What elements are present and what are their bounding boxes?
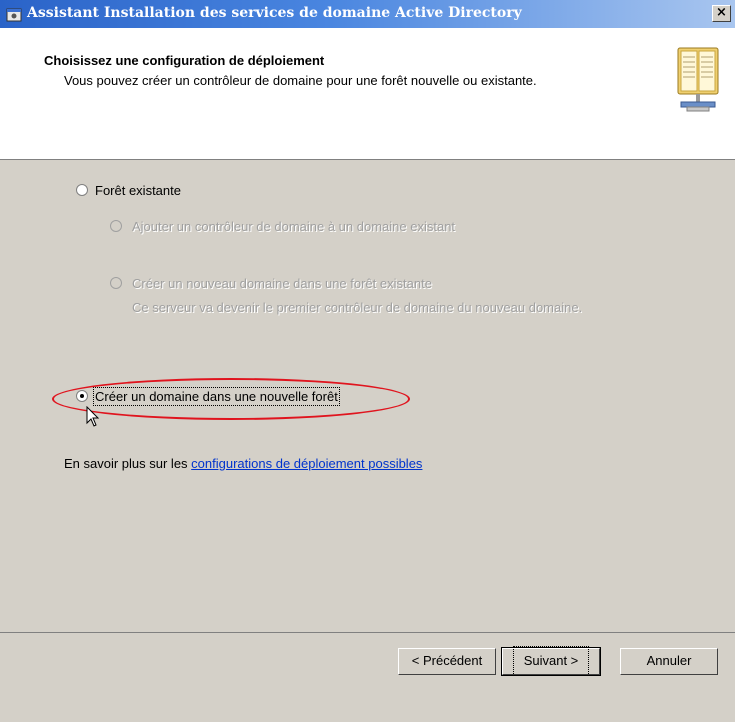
deployment-config-link[interactable]: configurations de déploiement possibles xyxy=(191,456,422,471)
radio-new-domain-existing-forest[interactable]: Créer un nouveau domaine dans une forêt … xyxy=(110,276,670,316)
cancel-button-label: Annuler xyxy=(646,653,692,668)
next-button[interactable]: Suivant > xyxy=(501,646,601,676)
radio-button[interactable] xyxy=(110,277,122,289)
learn-more-prefix: En savoir plus sur les xyxy=(64,456,192,471)
radio-add-domain-controller[interactable]: Ajouter un contrôleur de domaine à un do… xyxy=(110,219,530,235)
page-subtitle: Vous pouvez créer un contrôleur de domai… xyxy=(64,73,537,88)
radio-new-domain-existing-forest-label: Créer un nouveau domaine dans une forêt … xyxy=(132,276,432,291)
highlight-ellipse xyxy=(52,378,410,420)
button-bar xyxy=(0,632,735,723)
radio-add-domain-controller-label: Ajouter un contrôleur de domaine à un do… xyxy=(132,219,456,234)
radio-button[interactable] xyxy=(76,184,88,196)
radio-button[interactable] xyxy=(110,220,122,232)
close-button[interactable]: × xyxy=(712,5,731,22)
book-icon xyxy=(677,47,719,112)
radio-existing-forest-label: Forêt existante xyxy=(95,183,181,198)
learn-more-text: En savoir plus sur les configurations de… xyxy=(64,456,422,471)
radio-new-domain-existing-forest-description: Ce serveur va devenir le premier contrôl… xyxy=(132,300,583,315)
window-title: Assistant Installation des services de d… xyxy=(27,5,522,21)
cancel-button[interactable]: Annuler xyxy=(620,648,718,675)
wizard-window: Assistant Installation des services de d… xyxy=(0,0,735,722)
wizard-app-icon xyxy=(6,8,22,22)
back-button-label: < Précédent xyxy=(411,653,483,668)
wizard-header: Choisissez une configuration de déploiem… xyxy=(0,28,735,160)
next-button-label: Suivant > xyxy=(512,646,590,676)
page-title: Choisissez une configuration de déploiem… xyxy=(44,53,325,68)
back-button[interactable]: < Précédent xyxy=(398,648,496,675)
mouse-cursor-icon xyxy=(86,406,100,427)
radio-existing-forest[interactable]: Forêt existante xyxy=(76,183,236,199)
title-bar[interactable]: Assistant Installation des services de d… xyxy=(0,0,735,28)
close-icon: × xyxy=(716,5,727,20)
